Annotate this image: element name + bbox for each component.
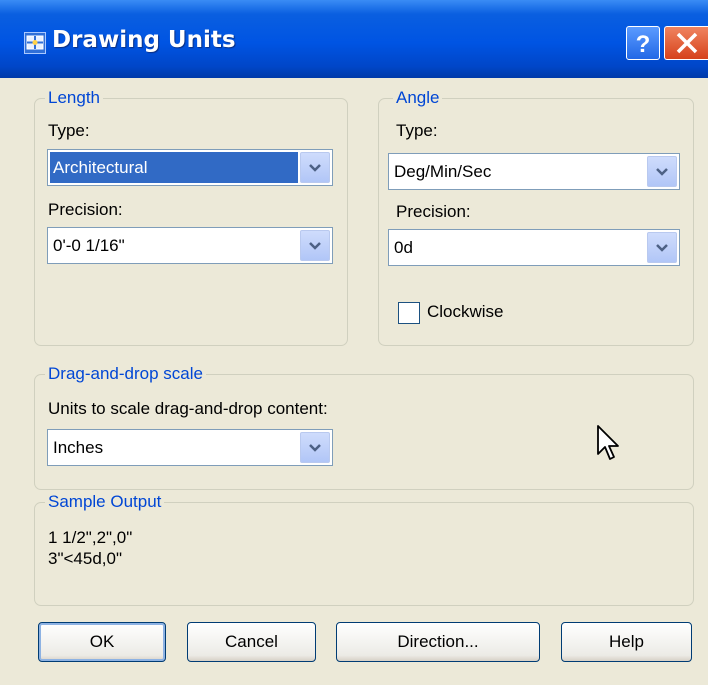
drag-drop-units-label: Units to scale drag-and-drop content: bbox=[48, 399, 328, 418]
length-precision-dropdown-button[interactable] bbox=[300, 230, 330, 261]
clockwise-checkbox[interactable] bbox=[398, 302, 420, 324]
angle-type-value: Deg/Min/Sec bbox=[394, 162, 492, 181]
chevron-down-icon bbox=[309, 164, 321, 172]
length-precision-label: Precision: bbox=[48, 200, 123, 219]
help-title-button[interactable]: ? bbox=[626, 26, 660, 60]
sample-output-legend: Sample Output bbox=[45, 492, 165, 512]
sample-output-group: Sample Output bbox=[34, 492, 694, 606]
help-button[interactable]: Help bbox=[561, 622, 692, 662]
chevron-down-icon bbox=[656, 168, 668, 176]
mouse-cursor-icon bbox=[596, 424, 620, 467]
drag-drop-legend: Drag-and-drop scale bbox=[45, 364, 206, 384]
angle-precision-dropdown-button[interactable] bbox=[647, 232, 677, 263]
title-bar[interactable]: Drawing Units ? bbox=[0, 0, 708, 78]
angle-type-select[interactable]: Deg/Min/Sec bbox=[388, 153, 680, 190]
question-icon: ? bbox=[636, 31, 651, 58]
direction-button[interactable]: Direction... bbox=[336, 622, 540, 662]
window-title: Drawing Units bbox=[52, 27, 236, 53]
length-legend: Length bbox=[45, 88, 103, 108]
angle-precision-value: 0d bbox=[394, 238, 413, 257]
clockwise-label[interactable]: Clockwise bbox=[427, 302, 504, 322]
sample-output-line-1: 1 1/2",2",0" bbox=[48, 528, 133, 547]
drawing-units-icon bbox=[24, 32, 46, 54]
ok-button[interactable]: OK bbox=[38, 622, 166, 662]
close-button[interactable] bbox=[664, 26, 708, 60]
angle-type-label: Type: bbox=[396, 121, 438, 140]
drag-drop-units-dropdown-button[interactable] bbox=[300, 432, 330, 463]
sample-output-line-2: 3"<45d,0" bbox=[48, 549, 122, 568]
cancel-button[interactable]: Cancel bbox=[187, 622, 316, 662]
angle-legend: Angle bbox=[393, 88, 443, 108]
length-precision-value: 0'-0 1/16" bbox=[53, 236, 125, 255]
dialog-body: Length Type: Architectural Precision: 0'… bbox=[0, 78, 708, 685]
angle-precision-label: Precision: bbox=[396, 202, 471, 221]
length-type-label: Type: bbox=[48, 121, 90, 140]
angle-type-dropdown-button[interactable] bbox=[647, 156, 677, 187]
close-icon bbox=[676, 32, 697, 54]
length-type-dropdown-button[interactable] bbox=[300, 152, 330, 183]
length-type-select[interactable]: Architectural bbox=[47, 149, 333, 186]
drag-drop-units-select[interactable]: Inches bbox=[47, 429, 333, 466]
chevron-down-icon bbox=[309, 444, 321, 452]
chevron-down-icon bbox=[656, 244, 668, 252]
drawing-units-dialog: Drawing Units ? Length Type: Architectur… bbox=[0, 0, 708, 685]
angle-precision-select[interactable]: 0d bbox=[388, 229, 680, 266]
drag-drop-units-value: Inches bbox=[53, 438, 104, 457]
length-precision-select[interactable]: 0'-0 1/16" bbox=[47, 227, 333, 264]
chevron-down-icon bbox=[309, 242, 321, 250]
length-type-value: Architectural bbox=[50, 152, 298, 183]
